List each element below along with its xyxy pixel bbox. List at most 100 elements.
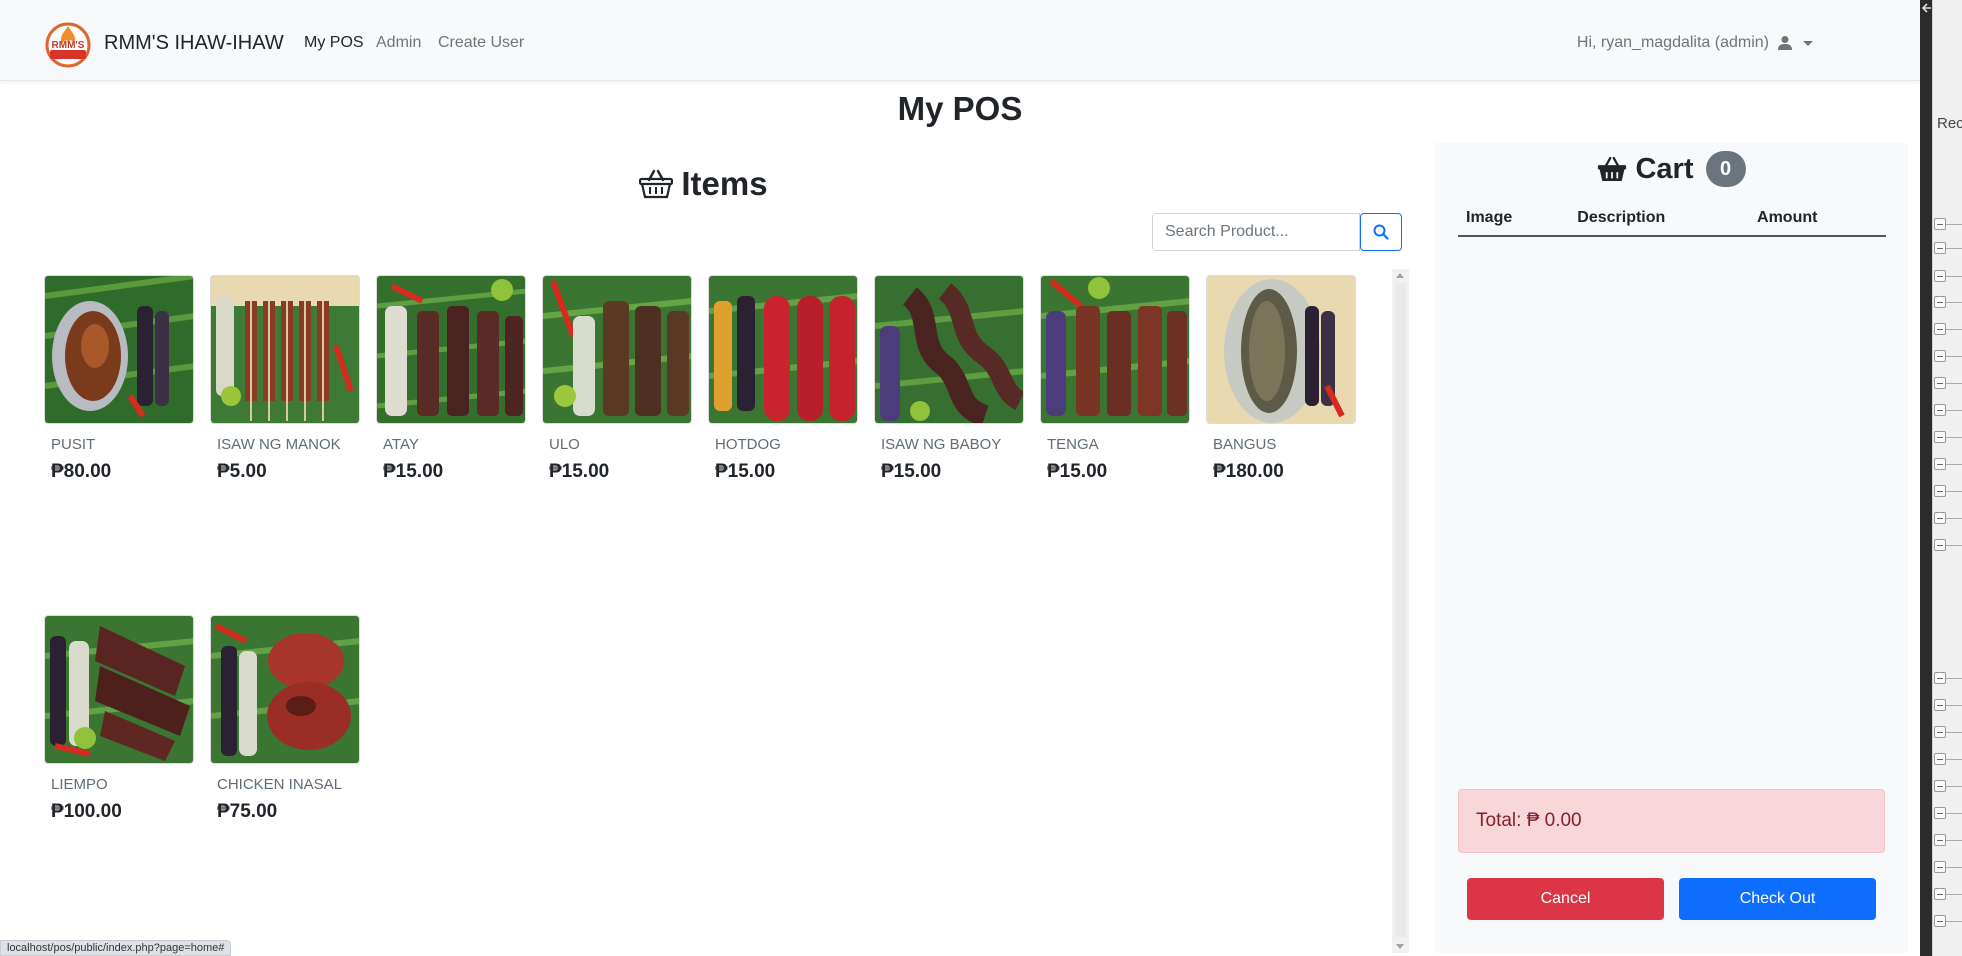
product-card-isaw-ng-manok[interactable]: ISAW NG MANOK ₱5.00 — [210, 275, 360, 483]
product-name: ISAW NG BABOY — [881, 436, 1002, 453]
product-price: ₱5.00 — [217, 461, 267, 482]
product-card-ulo[interactable]: ULO ₱15.00 — [542, 275, 692, 483]
product-card-hotdog[interactable]: HOTDOG ₱15.00 — [708, 275, 858, 483]
scroll-down-arrow-icon[interactable] — [1396, 944, 1404, 949]
product-price: ₱15.00 — [881, 461, 942, 482]
tree-expand-icon[interactable] — [1934, 323, 1946, 335]
product-card-atay[interactable]: ATAY ₱15.00 — [376, 275, 526, 483]
tree-connector — [1946, 464, 1962, 465]
tree-connector — [1946, 759, 1962, 760]
user-icon — [1778, 36, 1792, 50]
tree-expand-icon[interactable] — [1934, 780, 1946, 792]
product-name: HOTDOG — [715, 436, 781, 453]
tree-connector — [1946, 732, 1962, 733]
tree-collapse-icon[interactable] — [1934, 539, 1946, 551]
product-image — [874, 275, 1024, 424]
tree-expand-icon[interactable] — [1934, 431, 1946, 443]
user-greeting: Hi, ryan_magdalita (admin) — [1576, 34, 1769, 51]
product-card-liempo[interactable]: LIEMPO ₱100.00 — [44, 615, 194, 823]
search-icon — [1373, 224, 1389, 240]
scroll-up-arrow-icon[interactable] — [1396, 273, 1404, 278]
cart-table: Image Description Amount — [1458, 203, 1886, 237]
user-menu-dropdown[interactable]: Hi, ryan_magdalita (admin) — [1577, 34, 1813, 52]
items-scrollbar[interactable] — [1392, 269, 1409, 953]
basket-icon — [1598, 156, 1627, 181]
tree-connector — [1946, 224, 1962, 225]
product-name: LIEMPO — [51, 776, 108, 793]
tree-connector — [1946, 921, 1962, 922]
tree-expand-icon[interactable] — [1934, 861, 1946, 873]
tree-connector — [1946, 410, 1962, 411]
tree-connector — [1946, 383, 1962, 384]
cart-table-header: Image Description Amount — [1458, 203, 1886, 237]
product-image — [376, 275, 526, 424]
top-navbar: RMM'S RMM'S IHAW-IHAW My POS Admin Creat… — [0, 0, 1920, 81]
tree-expand-icon[interactable] — [1934, 242, 1946, 254]
product-name: ATAY — [383, 436, 419, 453]
items-heading: Items — [12, 165, 1395, 203]
cart-total: Total: ₱ 0.00 — [1458, 789, 1885, 853]
nav-link-admin[interactable]: Admin — [376, 34, 421, 52]
tree-expand-icon[interactable] — [1934, 834, 1946, 846]
column-header-image: Image — [1458, 203, 1570, 237]
product-card-bangus[interactable]: BANGUS ₱180.00 — [1206, 275, 1356, 483]
product-card-chicken-inasal[interactable]: CHICKEN INASAL ₱75.00 — [210, 615, 360, 823]
tree-expand-icon[interactable] — [1934, 726, 1946, 738]
basket-icon — [639, 169, 674, 199]
page-title: My POS — [897, 90, 1023, 127]
tree-expand-icon[interactable] — [1934, 485, 1946, 497]
tree-connector — [1946, 356, 1962, 357]
tree-expand-icon[interactable] — [1934, 512, 1946, 524]
tree-expand-icon[interactable] — [1934, 270, 1946, 282]
checkout-button[interactable]: Check Out — [1679, 878, 1876, 920]
items-panel: Items Search Product... PUSIT ₱80.00 ISA… — [12, 143, 1409, 953]
tree-expand-icon[interactable] — [1934, 672, 1946, 684]
back-arrow-icon[interactable] — [1921, 2, 1932, 14]
tree-expand-icon[interactable] — [1934, 915, 1946, 927]
tree-expand-icon[interactable] — [1934, 807, 1946, 819]
product-name: PUSIT — [51, 436, 96, 453]
product-name: BANGUS — [1213, 436, 1277, 453]
nav-link-my-pos[interactable]: My POS — [304, 34, 364, 52]
product-price: ₱15.00 — [383, 461, 444, 482]
product-price: ₱15.00 — [715, 461, 776, 482]
tree-expand-icon[interactable] — [1934, 888, 1946, 900]
nav-link-create-user[interactable]: Create User — [438, 34, 524, 52]
tree-connector — [1946, 276, 1962, 277]
tree-expand-icon[interactable] — [1934, 458, 1946, 470]
tree-expand-icon[interactable] — [1934, 350, 1946, 362]
product-image — [44, 275, 194, 424]
product-name: ISAW NG MANOK — [217, 436, 341, 453]
tree-connector — [1946, 437, 1962, 438]
product-name: TENGA — [1047, 436, 1099, 453]
tree-connector — [1946, 786, 1962, 787]
product-price: ₱100.00 — [51, 801, 122, 822]
product-name: ULO — [549, 436, 580, 453]
product-card-pusit[interactable]: PUSIT ₱80.00 — [44, 275, 194, 483]
tree-expand-icon[interactable] — [1934, 377, 1946, 389]
tree-expand-icon[interactable] — [1934, 699, 1946, 711]
product-card-isaw-ng-baboy[interactable]: ISAW NG BABOY ₱15.00 — [874, 275, 1024, 483]
tree-expand-icon[interactable] — [1934, 404, 1946, 416]
product-card-tenga[interactable]: TENGA ₱15.00 — [1040, 275, 1190, 483]
product-search — [1152, 213, 1402, 251]
tree-expand-icon[interactable] — [1934, 218, 1946, 230]
tree-connector — [1946, 813, 1962, 814]
cart-heading: Cart 0 — [1435, 151, 1908, 187]
tree-connector — [1946, 545, 1962, 546]
cancel-button[interactable]: Cancel — [1467, 878, 1664, 920]
tree-expand-icon[interactable] — [1934, 753, 1946, 765]
scroll-thumb[interactable] — [1395, 283, 1406, 937]
tree-connector — [1946, 491, 1962, 492]
brand-name[interactable]: RMM'S IHAW-IHAW — [104, 32, 284, 55]
search-input[interactable] — [1152, 213, 1360, 251]
items-title: Items — [681, 165, 768, 202]
tree-connector — [1946, 329, 1962, 330]
product-price: ₱180.00 — [1213, 461, 1284, 482]
search-button[interactable] — [1360, 213, 1402, 251]
cart-count-badge: 0 — [1705, 151, 1746, 187]
brand-logo[interactable]: RMM'S — [43, 20, 93, 68]
side-panel-label: Rec — [1937, 115, 1962, 132]
tree-connector — [1946, 705, 1962, 706]
tree-expand-icon[interactable] — [1934, 296, 1946, 308]
